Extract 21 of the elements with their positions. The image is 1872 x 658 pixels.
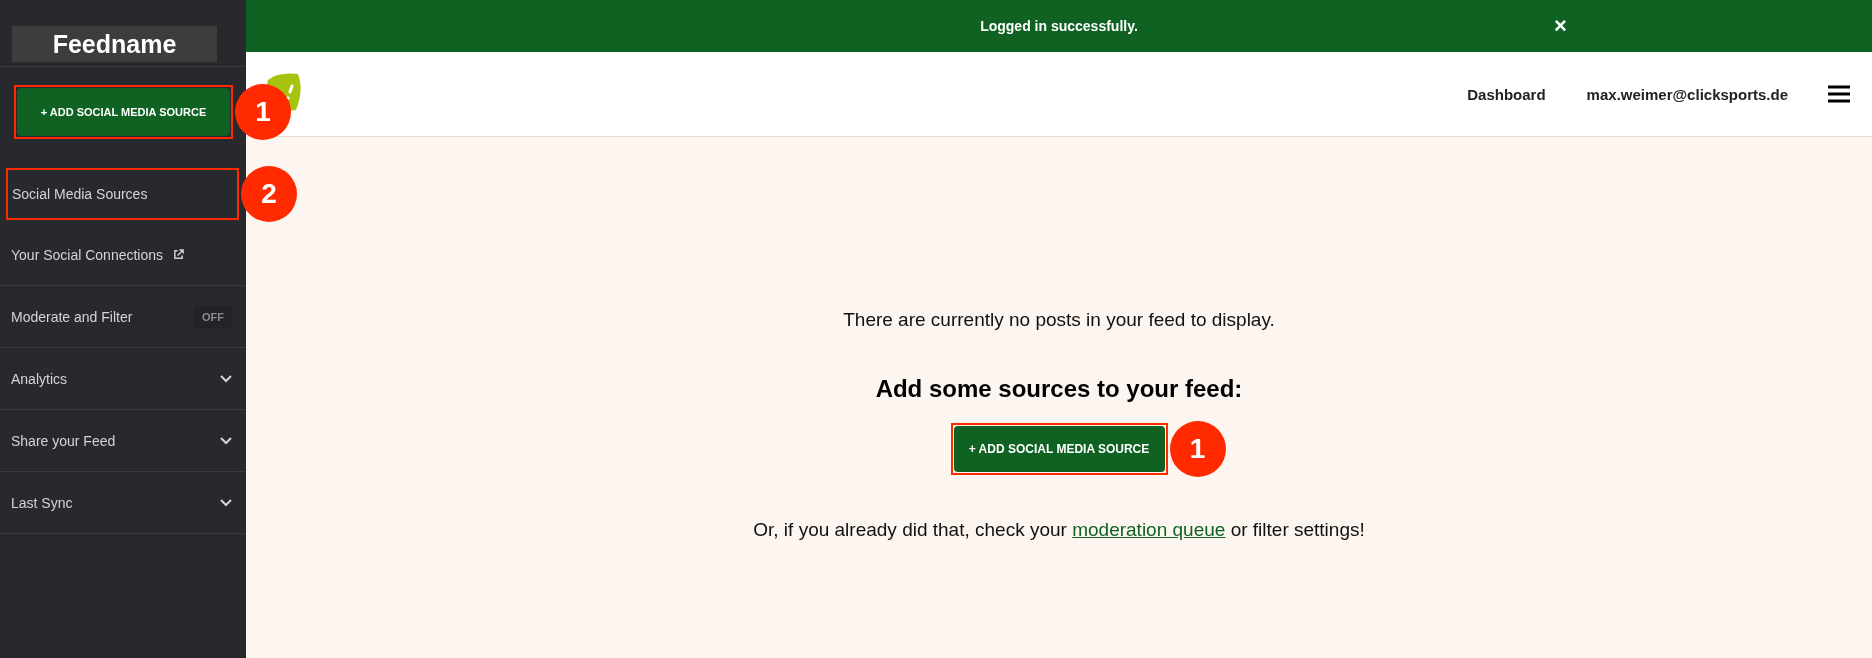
nav-item[interactable]: Share your Feed (11, 432, 116, 449)
moderation-queue-link[interactable]: moderation queue (1072, 519, 1226, 540)
empty-message: There are currently no posts in your feed to display. (843, 309, 1275, 331)
annotation-badge: 1 (235, 84, 291, 140)
add-source-button[interactable]: + ADD SOCIAL MEDIA SOURCE (953, 426, 1165, 472)
banner-message: Logged in successfully. (980, 18, 1138, 34)
toggle-switch[interactable]: OFF (194, 305, 232, 328)
menu-icon[interactable] (1828, 85, 1850, 103)
external-link-icon (173, 249, 185, 260)
nav-item[interactable]: Moderate and Filter (11, 308, 133, 325)
add-source-button[interactable]: + ADD SOCIAL MEDIA SOURCE (17, 88, 230, 136)
close-button[interactable]: × (1554, 13, 1567, 39)
header-link[interactable]: Dashboard (1467, 85, 1546, 103)
annotation-badge: 1 (1169, 421, 1226, 477)
nav-item[interactable]: Analytics (11, 370, 68, 387)
nav-item[interactable]: Last Sync (11, 494, 73, 511)
nav-item[interactable]: Your Social Connections (11, 246, 164, 263)
feed-name: Feedname (12, 26, 217, 62)
hint-text: Or, if you already did that, check your moderation queue or filter settings! (753, 519, 1365, 541)
section-heading: Add some sources to your feed: (875, 375, 1243, 403)
header-link[interactable]: max.weimer@clicksports.de (1586, 85, 1788, 103)
